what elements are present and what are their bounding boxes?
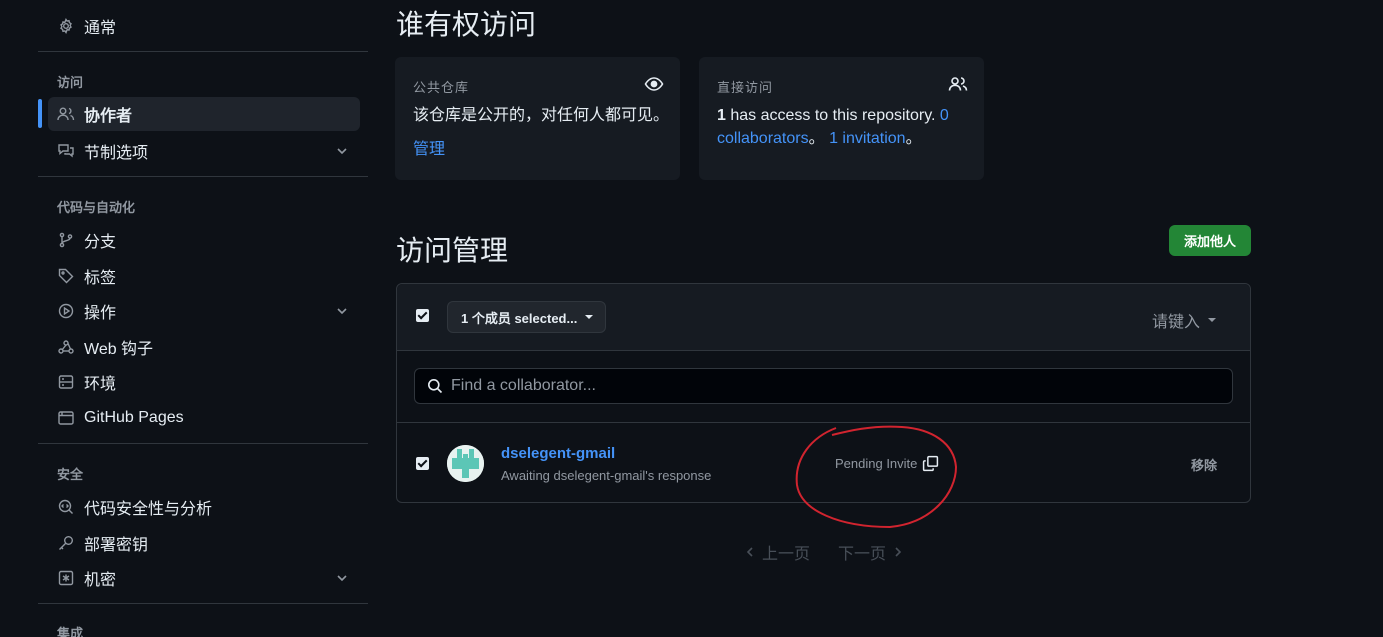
public-repo-text: 该仓库是公开的，对任何人都可见。	[413, 107, 670, 124]
sidebar-item-label: GitHub Pages	[84, 409, 184, 426]
sidebar-item-actions[interactable]: 操作	[48, 294, 360, 328]
avatar[interactable]	[447, 445, 484, 482]
asterisk-box-icon	[56, 568, 76, 588]
pending-label: Pending Invite	[835, 456, 918, 471]
direct-access-card: 直接访问 1 has access to this repository. 0 …	[699, 57, 984, 180]
comment-discussion-icon	[56, 141, 76, 161]
git-branch-icon	[56, 230, 76, 250]
add-people-button[interactable]: 添加他人	[1169, 225, 1251, 256]
manage-access-title: 访问管理	[396, 235, 509, 266]
sidebar-item-code-security[interactable]: 代码安全性与分析	[48, 490, 360, 524]
sidebar-item-label: 通常	[84, 20, 117, 37]
sidebar-item-secrets[interactable]: 机密	[48, 561, 360, 595]
eye-icon	[644, 77, 664, 91]
key-icon	[56, 533, 76, 553]
sidebar-item-label: 机密	[84, 572, 117, 589]
invitations-link[interactable]: 1 invitation	[829, 130, 906, 147]
period: 。	[905, 130, 922, 147]
public-repo-card: 公共仓库 该仓库是公开的，对任何人都可见。 管理	[395, 57, 680, 180]
sidebar-item-label: 节制选项	[84, 145, 149, 162]
play-icon	[56, 301, 76, 321]
chevron-right-icon	[895, 547, 902, 557]
selected-label: 1 个成员 selected...	[461, 310, 578, 326]
sidebar-item-label: 分支	[84, 234, 117, 251]
pending-invite: Pending Invite	[835, 455, 939, 472]
gear-icon	[56, 16, 76, 36]
sidebar-item-label: 协作者	[84, 108, 133, 125]
browser-icon	[56, 408, 76, 428]
sidebar-item-general[interactable]: 通常	[48, 9, 360, 43]
section-heading-access: 访问	[57, 75, 84, 90]
previous-label: 上一页	[762, 546, 811, 563]
chevron-down-icon	[337, 148, 347, 155]
active-indicator	[38, 99, 42, 128]
who-has-access-title: 谁有权访问	[396, 9, 537, 40]
copy-icon[interactable]	[922, 455, 939, 472]
people-icon	[948, 77, 968, 91]
codescan-icon	[56, 497, 76, 517]
sidebar-divider	[38, 51, 368, 52]
chevron-down-icon	[337, 308, 347, 315]
access-count: 1	[717, 107, 726, 124]
sidebar-item-branches[interactable]: 分支	[48, 223, 360, 257]
sidebar-item-label: 操作	[84, 305, 117, 322]
sidebar-item-environments[interactable]: 环境	[48, 365, 360, 399]
collaborator-status: Awaiting dselegent-gmail's response	[501, 468, 712, 483]
section-heading-code-automation: 代码与自动化	[57, 200, 136, 215]
sidebar-divider	[38, 603, 368, 604]
collaborator-checkbox[interactable]	[416, 457, 429, 470]
collaborator-name-link[interactable]: dselegent-gmail	[501, 445, 615, 462]
card-heading: 直接访问	[717, 80, 774, 95]
sidebar-divider	[38, 176, 368, 177]
chevron-left-icon	[746, 547, 753, 557]
card-heading: 公共仓库	[413, 80, 470, 95]
selected-members-dropdown[interactable]: 1 个成员 selected...	[447, 301, 606, 333]
manage-link[interactable]: 管理	[413, 138, 445, 161]
caret-down-icon	[585, 315, 594, 319]
next-page-button[interactable]: 下一页	[838, 540, 904, 564]
next-label: 下一页	[838, 546, 887, 563]
section-heading-security: 安全	[57, 467, 84, 482]
select-all-checkbox[interactable]	[416, 309, 429, 322]
server-icon	[56, 372, 76, 392]
sidebar-divider	[38, 443, 368, 444]
collaborator-search[interactable]	[414, 368, 1233, 404]
type-filter-dropdown[interactable]: 请键入	[1152, 308, 1216, 332]
people-icon	[56, 104, 76, 124]
section-heading-integrations: 集成	[57, 626, 84, 637]
type-label: 请键入	[1151, 314, 1200, 331]
panel-header: 1 个成员 selected... 请键入	[397, 284, 1250, 351]
tag-icon	[56, 266, 76, 286]
remove-button[interactable]: 移除	[1191, 455, 1217, 474]
search-icon	[428, 379, 443, 394]
sidebar-item-pages[interactable]: GitHub Pages	[48, 401, 360, 435]
sidebar-item-webhooks[interactable]: Web 钩子	[48, 330, 360, 364]
access-text: has access to this repository.	[725, 107, 940, 124]
sidebar-item-collaborators[interactable]: 协作者	[48, 97, 360, 131]
sidebar-item-label: 环境	[84, 376, 117, 393]
caret-down-icon	[1208, 318, 1216, 322]
sidebar-item-label: 部署密钥	[84, 537, 149, 554]
sidebar-item-label: Web 钩子	[84, 341, 154, 358]
separator: 。	[808, 130, 830, 147]
sidebar-item-moderation[interactable]: 节制选项	[48, 134, 360, 168]
webhook-icon	[56, 337, 76, 357]
sidebar-item-label: 标签	[84, 270, 117, 287]
chevron-down-icon	[337, 575, 347, 582]
row-divider	[397, 422, 1250, 423]
sidebar-item-tags[interactable]: 标签	[48, 259, 360, 293]
search-input[interactable]	[451, 377, 1211, 395]
sidebar-item-label: 代码安全性与分析	[84, 501, 213, 518]
direct-access-text: 1 has access to this repository. 0 colla…	[717, 104, 972, 150]
settings-sidebar: 通常 访问 协作者 节制选项 代码与自动化 分支 标签 操作 Web 钩子 环境…	[38, 0, 368, 637]
collaborators-panel: 1 个成员 selected... 请键入 dselegent-gmail Aw…	[396, 283, 1251, 503]
sidebar-item-deploy-keys[interactable]: 部署密钥	[48, 526, 360, 560]
previous-page-button[interactable]: 上一页	[744, 540, 810, 564]
